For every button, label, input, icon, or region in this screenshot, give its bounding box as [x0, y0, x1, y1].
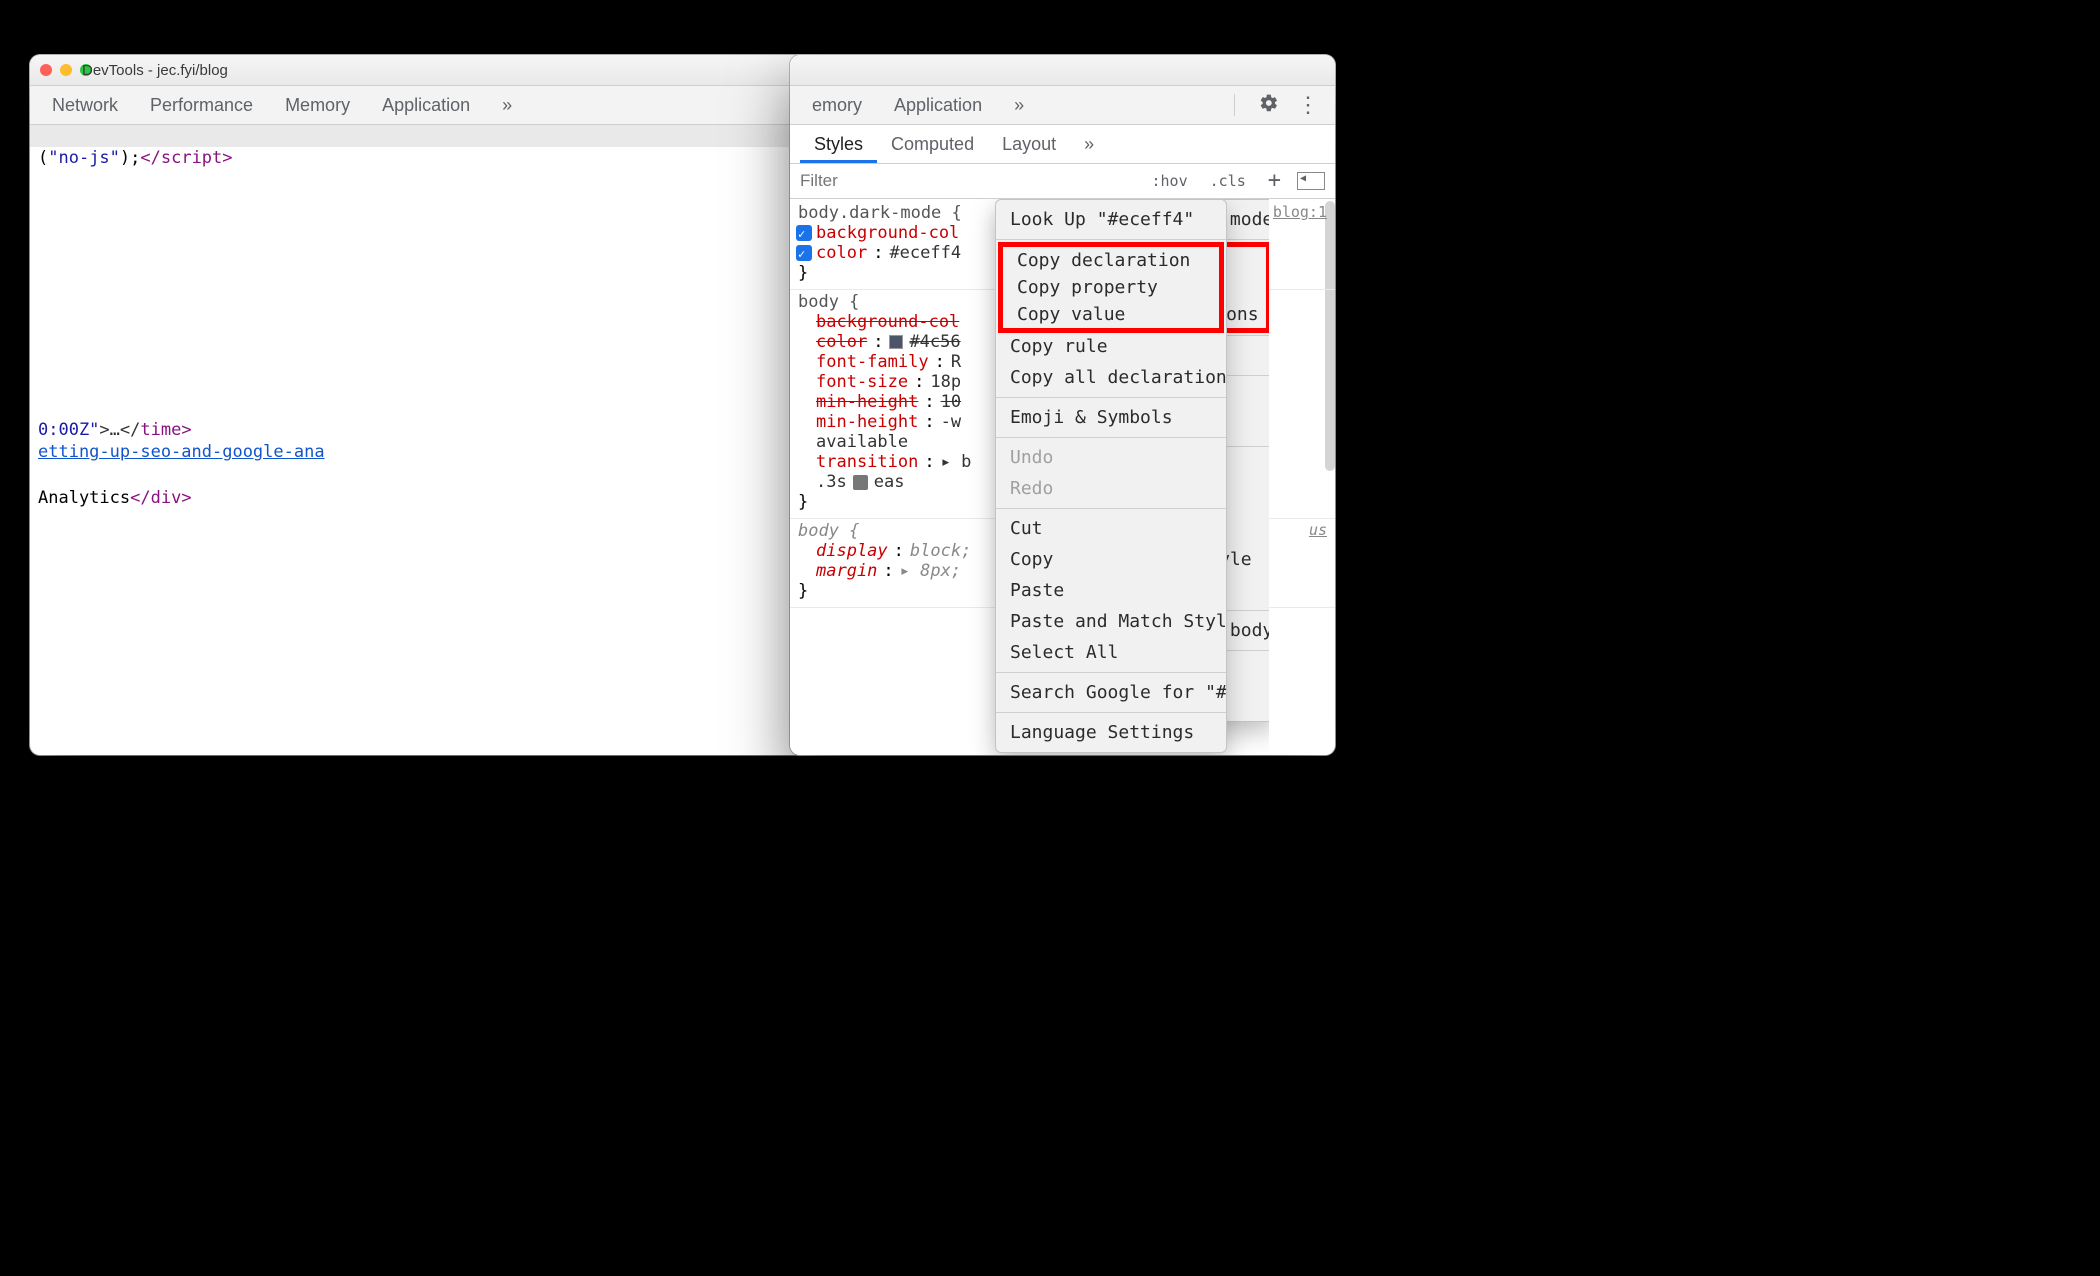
menuitem-copy[interactable]: Copy — [996, 544, 1226, 575]
styles-filter-input[interactable] — [790, 171, 1146, 191]
close-icon[interactable] — [40, 64, 52, 76]
gear-icon[interactable] — [1259, 93, 1279, 118]
menuitem-select-all[interactable]: Select All — [996, 637, 1226, 668]
minimize-icon[interactable] — [60, 64, 72, 76]
decl-checkbox[interactable] — [796, 245, 812, 261]
tabs-overflow-icon[interactable]: » — [486, 86, 528, 124]
menuitem-paste[interactable]: Paste — [996, 575, 1226, 606]
tab-layout[interactable]: Layout — [988, 125, 1070, 163]
window-title: DevTools - jec.fyi/blog — [82, 62, 228, 79]
menuitem-language-settings[interactable]: Language Settings — [996, 717, 1226, 748]
elements-source-pane: ("no-js");</script> 0:00Z">…</time> etti… — [30, 125, 849, 755]
separator — [1234, 94, 1235, 116]
color-swatch-icon[interactable] — [889, 335, 903, 349]
tab-computed[interactable]: Computed — [877, 125, 988, 163]
new-rule-button[interactable]: + — [1262, 168, 1287, 194]
context-menu-value: Look Up "#eceff4" Copy declaration Copy … — [995, 199, 1227, 753]
subtabs-overflow-icon[interactable]: » — [1070, 125, 1108, 163]
menuitem-undo: Undo — [996, 442, 1226, 473]
decl-checkbox[interactable] — [796, 225, 812, 241]
menuitem-copy-all-decls[interactable]: Copy all declarations — [996, 362, 1226, 393]
menuitem-redo: Redo — [996, 473, 1226, 504]
tab-memory[interactable]: Memory — [269, 86, 366, 124]
highlight-box: Copy declaration Copy property Copy valu… — [998, 242, 1224, 333]
tab-performance[interactable]: Performance — [134, 86, 269, 124]
tab-memory-clip[interactable]: emory — [796, 95, 878, 116]
menuitem-cut[interactable]: Cut — [996, 513, 1226, 544]
cls-toggle[interactable]: .cls — [1204, 172, 1252, 191]
tab-styles[interactable]: Styles — [800, 125, 877, 163]
hov-toggle[interactable]: :hov — [1146, 172, 1194, 191]
menuitem-paste-match[interactable]: Paste and Match Style — [996, 606, 1226, 637]
menuitem-copy-rule[interactable]: Copy rule — [996, 331, 1226, 362]
menuitem-emoji[interactable]: Emoji & Symbols — [996, 402, 1226, 433]
titlebar — [790, 55, 1335, 86]
tabs-overflow-icon[interactable]: » — [998, 95, 1040, 116]
pane-toggle-icon[interactable]: ◀ — [1297, 172, 1325, 190]
tab-network[interactable]: Network — [36, 86, 134, 124]
more-icon[interactable]: ⋮ — [1297, 92, 1319, 118]
menuitem-search-google[interactable]: Search Google for "#ece — [996, 677, 1226, 708]
menuitem-lookup[interactable]: Look Up "#eceff4" — [996, 204, 1226, 235]
link-seo[interactable]: etting-up-seo-and-google-ana — [38, 442, 325, 462]
menuitem-copy-value[interactable]: Copy value — [1003, 301, 1219, 328]
bezier-icon[interactable] — [853, 475, 868, 490]
panel-tabs: emory Application » ⋮ — [790, 86, 1335, 125]
tab-application[interactable]: Application — [878, 95, 998, 116]
menuitem-copy-declaration[interactable]: Copy declaration — [1003, 247, 1219, 274]
tab-application[interactable]: Application — [366, 86, 486, 124]
menuitem-copy-property[interactable]: Copy property — [1003, 274, 1219, 301]
